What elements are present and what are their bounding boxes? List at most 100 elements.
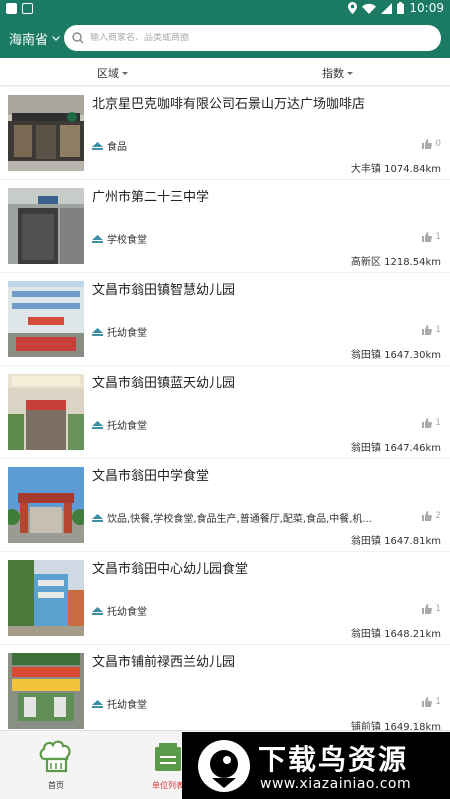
category-icon: [92, 327, 103, 336]
thumbnail-image: [8, 95, 84, 171]
watermark-banner: 下载鸟资源 www.xiazainiao.com: [182, 732, 450, 799]
category-icon: [92, 699, 103, 708]
app-notification-icon: [6, 3, 17, 14]
like-number: 1: [435, 697, 441, 707]
like-number: 1: [435, 604, 441, 614]
list-item[interactable]: 文昌市翁田中心幼儿园食堂 托幼食堂 1 翁田镇 1648.21km: [0, 552, 450, 644]
thumbnail-image: [8, 653, 84, 729]
unit-location: 高新区 1218.54km: [351, 253, 441, 268]
like-count[interactable]: 0: [422, 139, 441, 149]
unit-name: 文昌市翁田镇蓝天幼儿园: [92, 376, 236, 391]
like-number: 1: [435, 325, 441, 335]
province-selector[interactable]: 海南省: [9, 29, 60, 48]
unit-category: 托幼食堂: [92, 417, 382, 432]
list-item[interactable]: 北京星巴克咖啡有限公司石景山万达广场咖啡店 食品 0 大丰镇 1074.84km: [0, 87, 450, 179]
list-item[interactable]: 文昌市铺前禄西兰幼儿园 托幼食堂 1 铺前镇 1649.18km: [0, 645, 450, 730]
list-item[interactable]: 广州市第二十三中学 学校食堂 1 高新区 1218.54km: [0, 180, 450, 272]
distance-label: 1647.81km: [384, 536, 441, 547]
watermark-url: www.xiazainiao.com: [260, 776, 412, 792]
unit-location: 铺前镇 1649.18km: [351, 718, 441, 730]
notification-icons: [6, 3, 33, 14]
unit-location: 翁田镇 1647.30km: [351, 346, 441, 361]
like-count[interactable]: 1: [422, 697, 441, 707]
distance-label: 1647.30km: [384, 350, 441, 361]
search-box[interactable]: [64, 25, 441, 51]
distance-label: 1074.84km: [384, 164, 441, 175]
category-icon: [92, 234, 103, 243]
distance-label: 1649.18km: [384, 722, 441, 730]
like-number: 1: [435, 232, 441, 242]
like-count[interactable]: 1: [422, 325, 441, 335]
watermark-title: 下载鸟资源: [258, 743, 409, 776]
category-label: 托幼食堂: [107, 607, 147, 618]
filter-bar: 区域 指数: [0, 58, 450, 86]
chef-hat-icon: [39, 740, 71, 773]
unit-location: 翁田镇 1647.46km: [351, 439, 441, 454]
unit-list: 北京星巴克咖啡有限公司石景山万达广场咖啡店 食品 0 大丰镇 1074.84km: [0, 87, 450, 730]
category-icon: [92, 606, 103, 615]
unit-location: 翁田镇 1648.21km: [351, 625, 441, 640]
nav-home[interactable]: 首页: [26, 739, 86, 791]
list-item[interactable]: 文昌市翁田镇智慧幼儿园 托幼食堂 1 翁田镇 1647.30km: [0, 273, 450, 365]
thumbs-up-icon: [422, 232, 433, 242]
thumbs-up-icon: [422, 697, 433, 707]
town-label: 翁田镇: [350, 536, 381, 547]
unit-name: 文昌市翁田中心幼儿园食堂: [92, 562, 249, 577]
caret-down-icon: [122, 71, 128, 75]
thumbnail-image: [8, 560, 84, 636]
unit-name: 文昌市铺前禄西兰幼儿园: [92, 655, 236, 670]
thumbnail-image: [8, 188, 84, 264]
unit-location: 翁田镇 1647.81km: [351, 532, 441, 547]
unit-location: 大丰镇 1074.84km: [351, 160, 441, 175]
like-count[interactable]: 1: [422, 418, 441, 428]
unit-name: 广州市第二十三中学: [92, 190, 210, 205]
category-label: 学校食堂: [107, 235, 147, 246]
town-label: 翁田镇: [350, 629, 381, 640]
status-bar: 10:09: [0, 0, 450, 18]
province-label: 海南省: [9, 33, 49, 48]
a-notification-icon: [22, 3, 33, 14]
index-filter[interactable]: 指数: [322, 65, 353, 81]
like-number: 0: [435, 139, 441, 149]
unit-category: 饮品,快餐,学校食堂,食品生产,普通餐厅,配菜,食品,中餐,机...: [92, 510, 382, 525]
distance-label: 1648.21km: [384, 629, 441, 640]
unit-category: 托幼食堂: [92, 603, 382, 618]
town-label: 铺前镇: [350, 722, 381, 730]
unit-name: 北京星巴克咖啡有限公司石景山万达广场咖啡店: [92, 97, 366, 112]
town-label: 翁田镇: [350, 443, 381, 454]
like-count[interactable]: 1: [422, 232, 441, 242]
search-input[interactable]: [90, 33, 410, 43]
like-count[interactable]: 1: [422, 604, 441, 614]
list-item[interactable]: 文昌市翁田中学食堂 饮品,快餐,学校食堂,食品生产,普通餐厅,配菜,食品,中餐,…: [0, 459, 450, 551]
location-icon: [348, 2, 358, 14]
area-filter[interactable]: 区域: [97, 65, 128, 81]
category-label: 托幼食堂: [107, 328, 147, 339]
list-item[interactable]: 文昌市翁田镇蓝天幼儿园 托幼食堂 1 翁田镇 1647.46km: [0, 366, 450, 458]
unit-category: 食品: [92, 138, 382, 153]
category-label: 托幼食堂: [107, 421, 147, 432]
thumbs-up-icon: [422, 511, 433, 521]
like-count[interactable]: 2: [422, 511, 441, 521]
status-right: 10:09: [348, 1, 444, 15]
like-number: 2: [435, 511, 441, 521]
thumbnail-image: [8, 281, 84, 357]
unit-category: 学校食堂: [92, 231, 382, 246]
category-label: 食品: [107, 142, 127, 153]
category-icon: [92, 141, 103, 150]
category-label: 饮品,快餐,学校食堂,食品生产,普通餐厅,配菜,食品,中餐,机...: [107, 514, 372, 525]
thumbnail-image: [8, 467, 84, 543]
distance-label: 1218.54km: [384, 257, 441, 268]
unit-category: 托幼食堂: [92, 324, 382, 339]
thumbnail-image: [8, 374, 84, 450]
battery-icon: [397, 2, 405, 14]
unit-name: 文昌市翁田中学食堂: [92, 469, 210, 484]
town-label: 大丰镇: [350, 164, 381, 175]
town-label: 翁田镇: [350, 350, 381, 361]
area-filter-label: 区域: [97, 67, 119, 80]
index-filter-label: 指数: [322, 67, 344, 80]
thumbs-up-icon: [422, 325, 433, 335]
category-label: 托幼食堂: [107, 700, 147, 711]
category-icon: [92, 513, 103, 522]
app-header: 海南省: [0, 18, 450, 58]
like-number: 1: [435, 418, 441, 428]
